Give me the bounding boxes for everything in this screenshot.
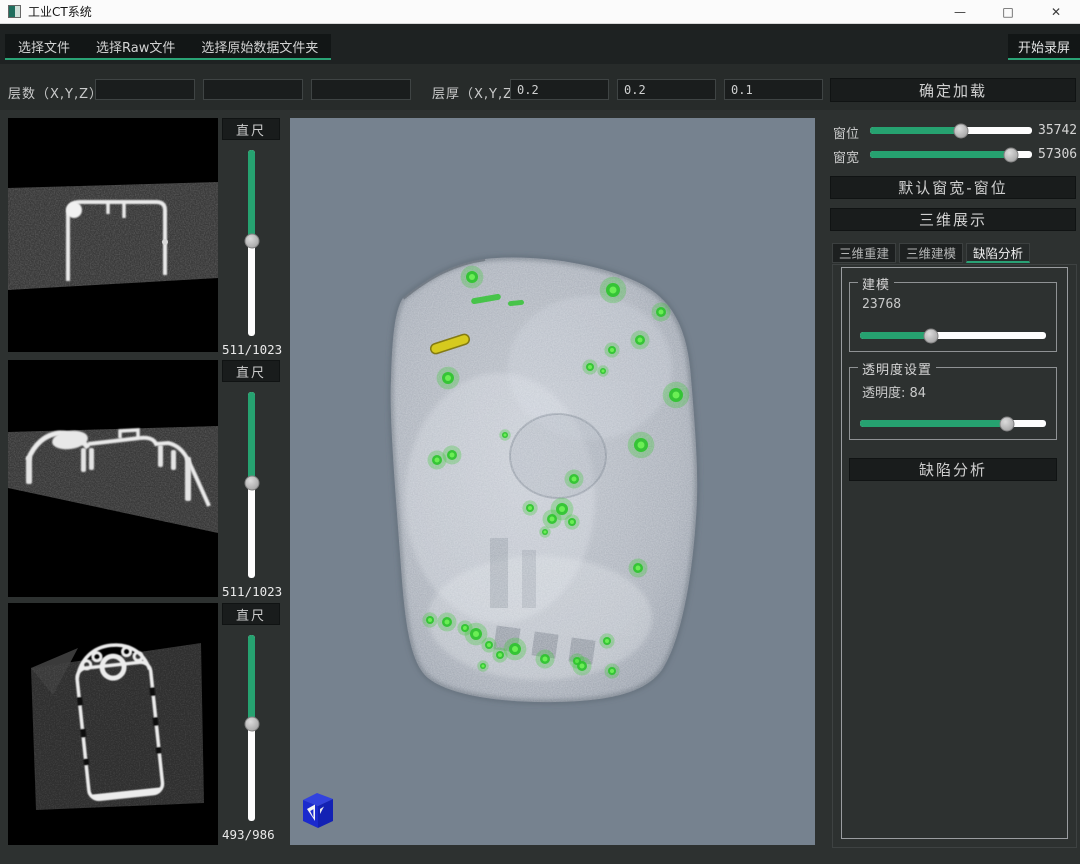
slider-knob[interactable] bbox=[244, 234, 259, 249]
app-icon bbox=[8, 5, 21, 18]
slider-knob[interactable] bbox=[244, 717, 259, 732]
select-raw-folder-button[interactable]: 选择原始数据文件夹 bbox=[188, 34, 331, 58]
slice-position-top: 511/1023 bbox=[222, 342, 286, 357]
modeling-groupbox: 建模 23768 bbox=[849, 282, 1057, 352]
maximize-button[interactable]: □ bbox=[984, 0, 1032, 24]
defect-analysis-button[interactable]: 缺陷分析 bbox=[849, 458, 1057, 481]
display-3d-button[interactable]: 三维展示 bbox=[830, 208, 1076, 231]
opacity-groupbox: 透明度设置 透明度: 84 bbox=[849, 367, 1057, 440]
thickness-y-input[interactable] bbox=[617, 79, 716, 100]
ruler-button-top[interactable]: 直尺 bbox=[222, 118, 280, 140]
slider-knob[interactable] bbox=[1003, 147, 1018, 162]
modeling-slider[interactable] bbox=[860, 332, 1046, 339]
minimize-button[interactable]: — bbox=[936, 0, 984, 24]
cube-logo-icon bbox=[303, 793, 333, 828]
window-width-label: 窗宽 bbox=[833, 147, 859, 166]
opacity-slider[interactable] bbox=[860, 420, 1046, 427]
slice-control-bottom: 直尺 493/986 bbox=[220, 603, 286, 846]
ruler-button-bottom[interactable]: 直尺 bbox=[222, 603, 280, 625]
slider-fill bbox=[860, 420, 1007, 427]
slice-control-top: 直尺 511/1023 bbox=[220, 118, 286, 358]
start-record-button[interactable]: 开始录屏 bbox=[1008, 34, 1080, 58]
slice-position-bottom: 493/986 bbox=[222, 827, 286, 842]
right-panel: 窗位 35742 窗宽 57306 默认窗宽-窗位 三维展示 三维重建 三维建模… bbox=[830, 110, 1080, 860]
thickness-x-input[interactable] bbox=[510, 79, 609, 100]
window-width-slider[interactable] bbox=[870, 151, 1032, 158]
layers-label: 层数（X,Y,Z） bbox=[8, 83, 103, 102]
app-window: 工业CT系统 — □ ✕ 选择文件 选择Raw文件 选择原始数据文件夹 开始录屏… bbox=[0, 0, 1080, 864]
viewport-3d[interactable] bbox=[290, 118, 815, 845]
window-width-value: 57306 bbox=[1038, 147, 1080, 162]
slider-knob[interactable] bbox=[923, 328, 938, 343]
slider-fill bbox=[860, 332, 931, 339]
layers-y-input[interactable] bbox=[203, 79, 303, 100]
tab-defect-analysis[interactable]: 缺陷分析 bbox=[966, 243, 1030, 263]
window-title: 工业CT系统 bbox=[28, 3, 92, 20]
slider-knob[interactable] bbox=[999, 416, 1014, 431]
select-file-button[interactable]: 选择文件 bbox=[5, 34, 83, 58]
ct-slice-image-middle[interactable] bbox=[8, 360, 218, 597]
window-level-label: 窗位 bbox=[833, 123, 859, 142]
slider-knob[interactable] bbox=[244, 476, 259, 491]
thickness-z-input[interactable] bbox=[724, 79, 823, 100]
close-button[interactable]: ✕ bbox=[1032, 0, 1080, 24]
slider-fill bbox=[870, 151, 1011, 158]
parameter-row: 层数（X,Y,Z） 层厚（X,Y,Z） 确定加载 bbox=[0, 64, 1080, 110]
window-level-slider[interactable] bbox=[870, 127, 1032, 134]
file-menu-strip: 选择文件 选择Raw文件 选择原始数据文件夹 bbox=[5, 34, 331, 60]
confirm-load-button[interactable]: 确定加载 bbox=[830, 78, 1076, 102]
layers-z-input[interactable] bbox=[311, 79, 411, 100]
slice-slider-bottom[interactable] bbox=[248, 635, 255, 821]
select-raw-file-button[interactable]: 选择Raw文件 bbox=[83, 34, 188, 58]
tab-3d-reconstruction[interactable]: 三维重建 bbox=[832, 243, 896, 263]
layers-x-input[interactable] bbox=[95, 79, 195, 100]
record-strip: 开始录屏 bbox=[1008, 34, 1080, 60]
slider-fill bbox=[248, 635, 255, 724]
ruler-button-middle[interactable]: 直尺 bbox=[222, 360, 280, 382]
window-width-row: 窗宽 57306 bbox=[830, 146, 1080, 162]
window-level-row: 窗位 35742 bbox=[830, 122, 1080, 138]
window-controls: — □ ✕ bbox=[936, 0, 1080, 24]
opacity-value-label: 透明度: 84 bbox=[862, 382, 926, 401]
modeling-group-title: 建模 bbox=[858, 274, 894, 293]
slice-position-middle: 511/1023 bbox=[222, 584, 286, 599]
menubar: 选择文件 选择Raw文件 选择原始数据文件夹 开始录屏 bbox=[0, 24, 1080, 64]
ct-slice-image-top[interactable] bbox=[8, 118, 218, 352]
modeling-value: 23768 bbox=[862, 297, 901, 312]
tab-3d-modeling[interactable]: 三维建模 bbox=[899, 243, 963, 263]
slider-fill bbox=[870, 127, 961, 134]
slider-fill bbox=[248, 150, 255, 241]
default-window-button[interactable]: 默认窗宽-窗位 bbox=[830, 176, 1076, 199]
window-level-value: 35742 bbox=[1038, 123, 1080, 138]
ct-slice-image-bottom[interactable] bbox=[8, 603, 218, 845]
slice-control-middle: 直尺 511/1023 bbox=[220, 360, 286, 602]
slice-slider-middle[interactable] bbox=[248, 392, 255, 578]
tab-panel bbox=[841, 267, 1068, 839]
titlebar: 工业CT系统 — □ ✕ bbox=[0, 0, 1080, 24]
tab-bar: 三维重建 三维建模 缺陷分析 bbox=[832, 243, 1030, 263]
slider-knob[interactable] bbox=[953, 123, 968, 138]
slice-slider-top[interactable] bbox=[248, 150, 255, 336]
slider-fill bbox=[248, 392, 255, 483]
opacity-group-title: 透明度设置 bbox=[858, 359, 936, 378]
